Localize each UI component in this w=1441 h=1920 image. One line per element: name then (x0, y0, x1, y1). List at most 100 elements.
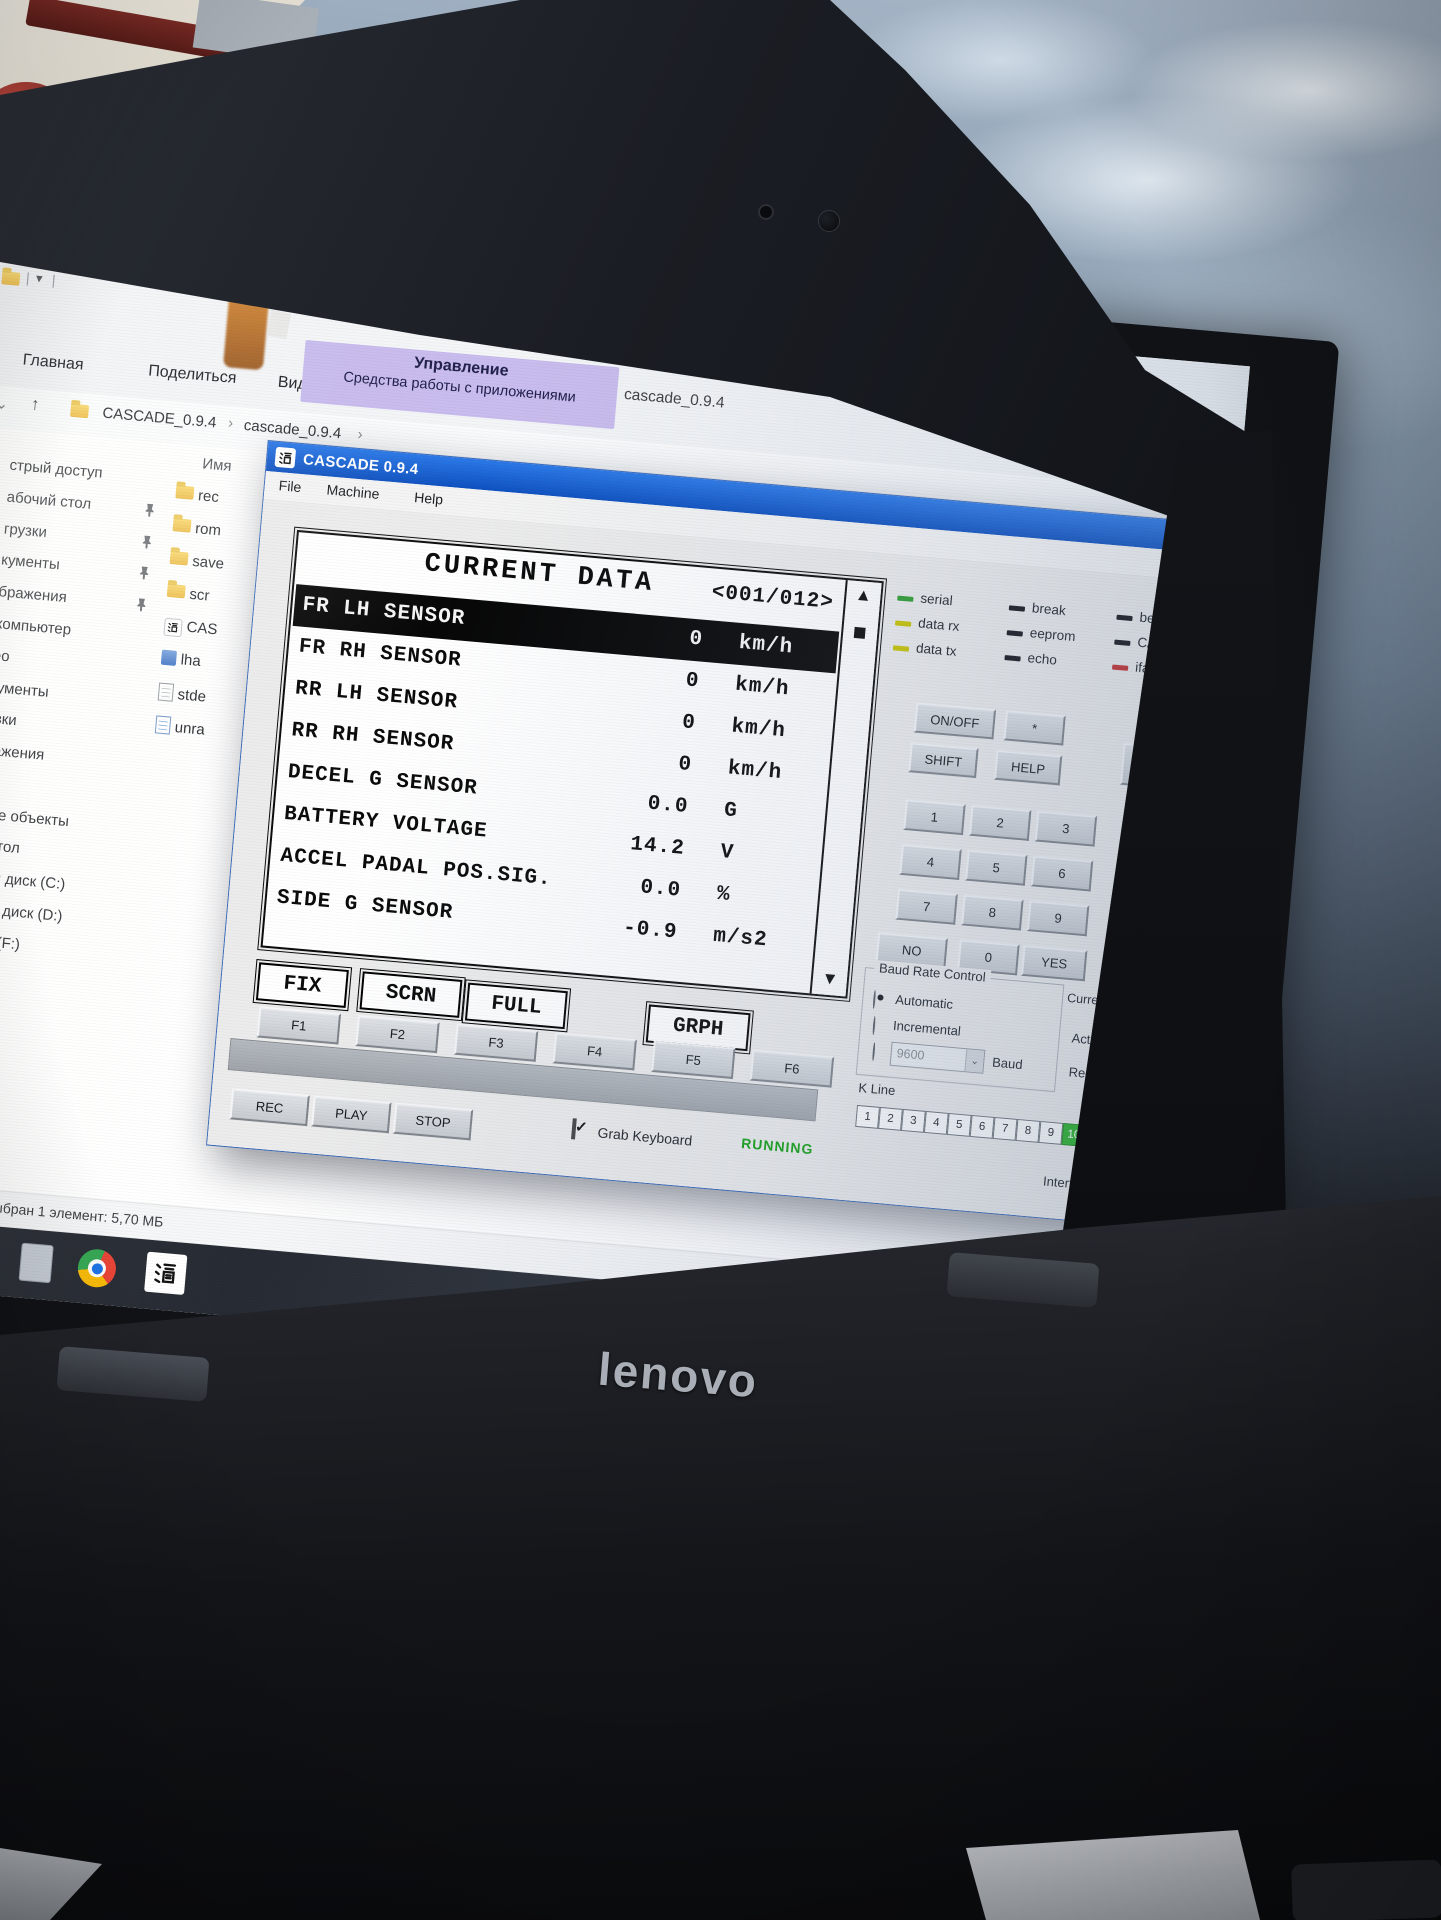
chevron-down-icon: ⌄ (964, 1049, 985, 1073)
qat-collapse-icon[interactable]: ▾ (35, 270, 43, 287)
data-tx-indicator-label: data tx (915, 640, 958, 659)
scroll-down-icon[interactable]: ▼ (812, 968, 848, 991)
key-8[interactable]: 8 (961, 894, 1024, 931)
grab-keyboard-label: Grab Keyboard (596, 1124, 693, 1149)
chrome-icon[interactable] (76, 1247, 118, 1289)
yes-button[interactable]: YES (1020, 944, 1088, 982)
baud-select[interactable]: 9600 ⌄ (889, 1041, 986, 1074)
document-icon (154, 715, 172, 735)
document-icon (157, 682, 175, 702)
fix-button[interactable]: FIX (252, 958, 352, 1012)
kline-cell[interactable]: 5 (946, 1112, 972, 1137)
file-row[interactable]: lha (160, 649, 201, 671)
tab-share[interactable]: Поделиться (148, 362, 238, 388)
shift-button[interactable]: SHIFT (908, 742, 979, 779)
menu-machine[interactable]: Machine (326, 481, 380, 502)
help-button[interactable]: HELP (993, 749, 1063, 786)
menu-help[interactable]: Help (414, 489, 444, 507)
scroll-thumb[interactable] (853, 626, 866, 639)
automatic-label: Automatic (894, 991, 954, 1012)
keyboard-corner (1291, 1859, 1441, 1920)
folder-icon (172, 518, 192, 533)
kline-cell[interactable]: 2 (878, 1106, 903, 1131)
f1-button[interactable]: F1 (256, 1006, 342, 1045)
taki-kanji-icon (154, 1263, 177, 1284)
kline-cell[interactable]: 1 (855, 1104, 880, 1129)
display-title: CURRENT DATA (423, 549, 656, 600)
white-reflection (266, 309, 292, 340)
f4-button[interactable]: F4 (552, 1032, 637, 1071)
page-indicator: <001/012> (710, 581, 835, 615)
explorer-title: cascade_0.9.4 (623, 385, 726, 412)
key-3[interactable]: 3 (1034, 810, 1098, 847)
break-indicator-icon (1008, 605, 1026, 612)
f6-button[interactable]: F6 (749, 1049, 835, 1088)
nav-up-icon[interactable]: ↑ (30, 394, 40, 415)
incremental-label: Incremental (892, 1017, 962, 1039)
file-row[interactable]: rec (175, 485, 220, 507)
taskbar-cascade-icon[interactable] (144, 1251, 188, 1295)
file-row[interactable]: scr (166, 583, 210, 606)
kline-cell[interactable]: 6 (969, 1114, 995, 1139)
nav-dropdown-icon[interactable]: ⌄ (0, 393, 9, 414)
app-icon (160, 649, 178, 666)
grab-keyboard-checkbox[interactable] (570, 1118, 577, 1140)
beep-indicator-icon (1116, 614, 1133, 622)
breadcrumb-root[interactable]: CASCADE_0.9.4 (102, 405, 217, 432)
key-2[interactable]: 2 (968, 804, 1032, 841)
pin-icon (142, 535, 151, 549)
rec-button[interactable]: REC (229, 1088, 310, 1127)
key-5[interactable]: 5 (965, 849, 1028, 886)
breadcrumb-current[interactable]: cascade_0.9.4 (243, 417, 342, 442)
file-row[interactable]: unra (154, 715, 206, 739)
eeprom-indicator-label: eeprom (1029, 625, 1077, 645)
serial-indicator-label: serial (919, 590, 954, 609)
echo-indicator-label: echo (1027, 650, 1058, 668)
echo-indicator-icon (1004, 655, 1021, 662)
kline-cell[interactable]: 8 (1015, 1118, 1041, 1143)
eeprom-indicator-icon (1006, 630, 1023, 637)
microphone-dot (758, 204, 774, 220)
full-button[interactable]: FULL (461, 978, 571, 1033)
key-6[interactable]: 6 (1030, 855, 1094, 892)
current-data-display: CURRENT DATA <001/012> FR LH SENSOR 0 km… (257, 526, 887, 1003)
status-text: ыбран 1 элемент: 5,70 МБ (0, 1199, 164, 1230)
key-1[interactable]: 1 (903, 799, 966, 836)
kline-cell[interactable]: 3 (900, 1108, 926, 1133)
tab-home[interactable]: Главная (22, 351, 84, 374)
key-9[interactable]: 9 (1026, 900, 1090, 937)
taki-kanji-icon (163, 617, 183, 638)
photo-laptop-scene: | ▾ | Главная Поделиться Вид Управление … (0, 0, 1441, 1920)
f5-button[interactable]: F5 (651, 1040, 736, 1079)
automatic-radio[interactable] (872, 989, 877, 1010)
f2-button[interactable]: F2 (355, 1015, 440, 1054)
iface-indicator-icon (1111, 664, 1129, 671)
column-header-name[interactable]: Имя (202, 455, 233, 474)
key-7[interactable]: 7 (895, 888, 958, 925)
lenovo-logo: lenovo (596, 1342, 761, 1408)
serial-indicator-icon (897, 595, 914, 602)
key-4[interactable]: 4 (899, 843, 962, 880)
cascade-title: CASCADE 0.9.4 (302, 450, 420, 478)
kline-cell[interactable]: 9 (1038, 1120, 1064, 1145)
f3-button[interactable]: F3 (453, 1023, 539, 1062)
play-button[interactable]: PLAY (311, 1095, 392, 1134)
folder-icon (166, 583, 186, 599)
folder-icon (169, 550, 189, 566)
menu-file[interactable]: File (278, 477, 302, 495)
star-button[interactable]: * (1003, 710, 1066, 746)
file-row[interactable]: stde (157, 682, 207, 706)
kline-cell[interactable]: 7 (992, 1116, 1018, 1141)
pin-icon (145, 503, 154, 517)
scrn-button[interactable]: SCRN (356, 967, 466, 1022)
qat-folder-icon[interactable] (1, 271, 21, 291)
taskbar-window-icon[interactable] (18, 1242, 54, 1284)
kline-cell[interactable]: 4 (923, 1110, 949, 1135)
running-status: RUNNING (740, 1135, 815, 1158)
fixed-baud-radio[interactable] (871, 1042, 876, 1062)
baud-unit-label: Baud (991, 1054, 1024, 1073)
incremental-radio[interactable] (872, 1016, 876, 1036)
scroll-up-icon[interactable]: ▲ (846, 584, 882, 607)
stop-button[interactable]: STOP (392, 1102, 474, 1141)
onoff-button[interactable]: ON/OFF (913, 702, 997, 740)
